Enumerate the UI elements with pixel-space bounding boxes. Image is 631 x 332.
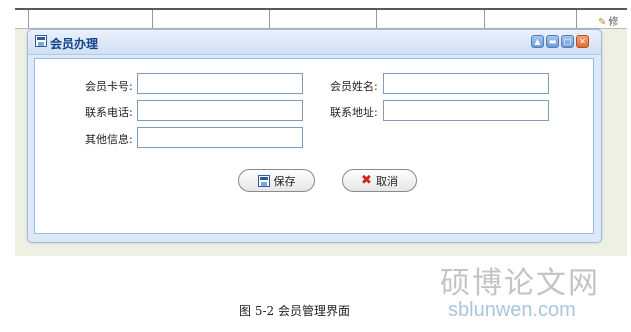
edit-label: 修	[608, 17, 619, 28]
grid-column-divider	[269, 10, 270, 28]
close-icon: ✕	[579, 36, 586, 46]
card-no-label: 会员卡号:	[85, 80, 133, 93]
member-name-label: 会员姓名:	[330, 80, 378, 93]
floppy-disk-icon	[257, 174, 270, 187]
figure-caption: 图 5-2 会员管理界面	[239, 304, 350, 318]
grid-column-divider	[376, 10, 377, 28]
member-name-input[interactable]	[383, 73, 549, 94]
close-button[interactable]: ✕	[576, 35, 589, 48]
collapse-button[interactable]: ▲	[531, 35, 544, 48]
red-x-icon: ✖	[361, 173, 372, 188]
grid-column-divider	[28, 10, 29, 28]
dialog-titlebar[interactable]: 会员办理 ▲ ▬ □ ✕	[28, 30, 601, 55]
form-panel: 会员卡号: 会员姓名: 联系电话: 联系地址: 其他信息: 保存 ✖ 取消	[34, 58, 594, 234]
grid-column-divider	[152, 10, 153, 28]
chevron-up-icon: ▲	[534, 36, 541, 46]
maximize-icon: □	[563, 36, 572, 46]
grid-column-divider	[484, 10, 485, 28]
grid-column-divider	[576, 10, 577, 28]
card-no-input[interactable]	[137, 73, 303, 94]
minimize-icon: ▬	[548, 36, 557, 46]
cancel-button-label: 取消	[375, 174, 398, 188]
pencil-icon: ✎	[598, 17, 607, 28]
maximize-button[interactable]: □	[561, 35, 574, 48]
address-label: 联系地址:	[330, 106, 378, 119]
other-info-label: 其他信息:	[85, 133, 133, 146]
address-input[interactable]	[383, 100, 549, 121]
watermark-chinese: 硕博论文网	[440, 266, 600, 301]
watermark-url: sblunwen.com	[448, 299, 576, 321]
edit-button[interactable]: ✎ 修	[598, 13, 618, 28]
save-button-label: 保存	[273, 174, 296, 188]
floppy-disk-icon	[35, 35, 47, 47]
other-info-input[interactable]	[137, 127, 303, 148]
phone-input[interactable]	[137, 100, 303, 121]
cancel-button[interactable]: ✖ 取消	[342, 169, 417, 192]
phone-label: 联系电话:	[85, 106, 133, 119]
member-dialog: 会员办理 ▲ ▬ □ ✕ 会员卡号: 会员姓名: 联系电话: 联系地址: 其他信…	[27, 29, 602, 243]
save-button[interactable]: 保存	[238, 169, 315, 192]
minimize-button[interactable]: ▬	[546, 35, 559, 48]
dialog-title: 会员办理	[50, 37, 99, 51]
grid-header	[15, 10, 627, 29]
